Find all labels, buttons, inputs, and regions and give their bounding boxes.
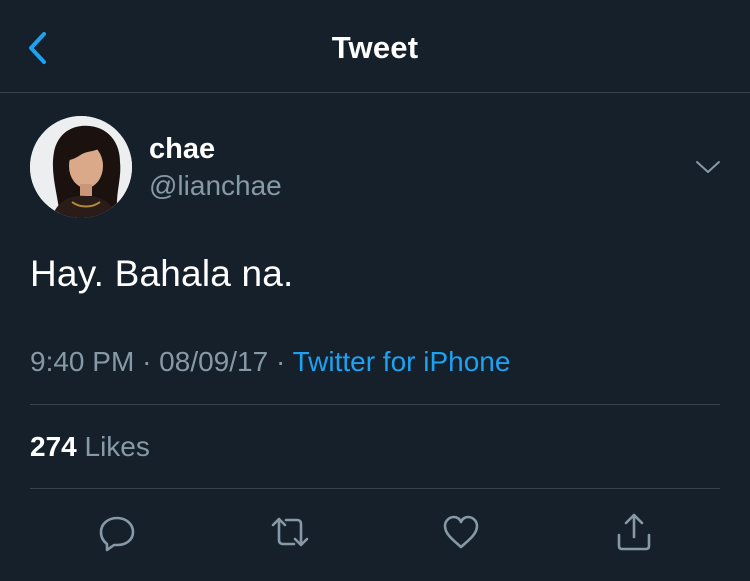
divider [30,488,720,489]
like-button[interactable] [441,512,481,552]
profile-photo [30,116,132,218]
author-display-name[interactable]: chae [149,133,215,166]
meta-separator: · [142,346,152,377]
page-title: Tweet [331,30,419,65]
tweet-meta: 9:40 PM · 08/09/17 · Twitter for iPhone [30,346,510,378]
share-icon [617,513,651,551]
more-options-button[interactable] [693,152,723,182]
author-handle[interactable]: @lianchae [149,170,282,202]
reply-icon [99,516,135,552]
share-button[interactable] [614,512,654,552]
chevron-down-icon [696,161,720,173]
like-icon [443,515,479,549]
tweet-date: 08/09/17 [159,346,269,377]
likes-label: Likes [84,431,150,462]
tweet-source-link[interactable]: Twitter for iPhone [293,346,511,377]
divider [30,404,720,405]
meta-separator: · [275,346,286,377]
retweet-button[interactable] [270,512,310,552]
reply-button[interactable] [97,512,137,552]
avatar[interactable] [30,116,132,218]
tweet-time: 9:40 PM [30,346,135,377]
likes-count: 274 [30,431,77,462]
likes-stat[interactable]: 274 Likes [30,431,150,463]
retweet-icon [271,517,309,547]
navigation-bar: Tweet [0,0,750,93]
tweet-text: Hay. Bahala na. [30,253,294,294]
